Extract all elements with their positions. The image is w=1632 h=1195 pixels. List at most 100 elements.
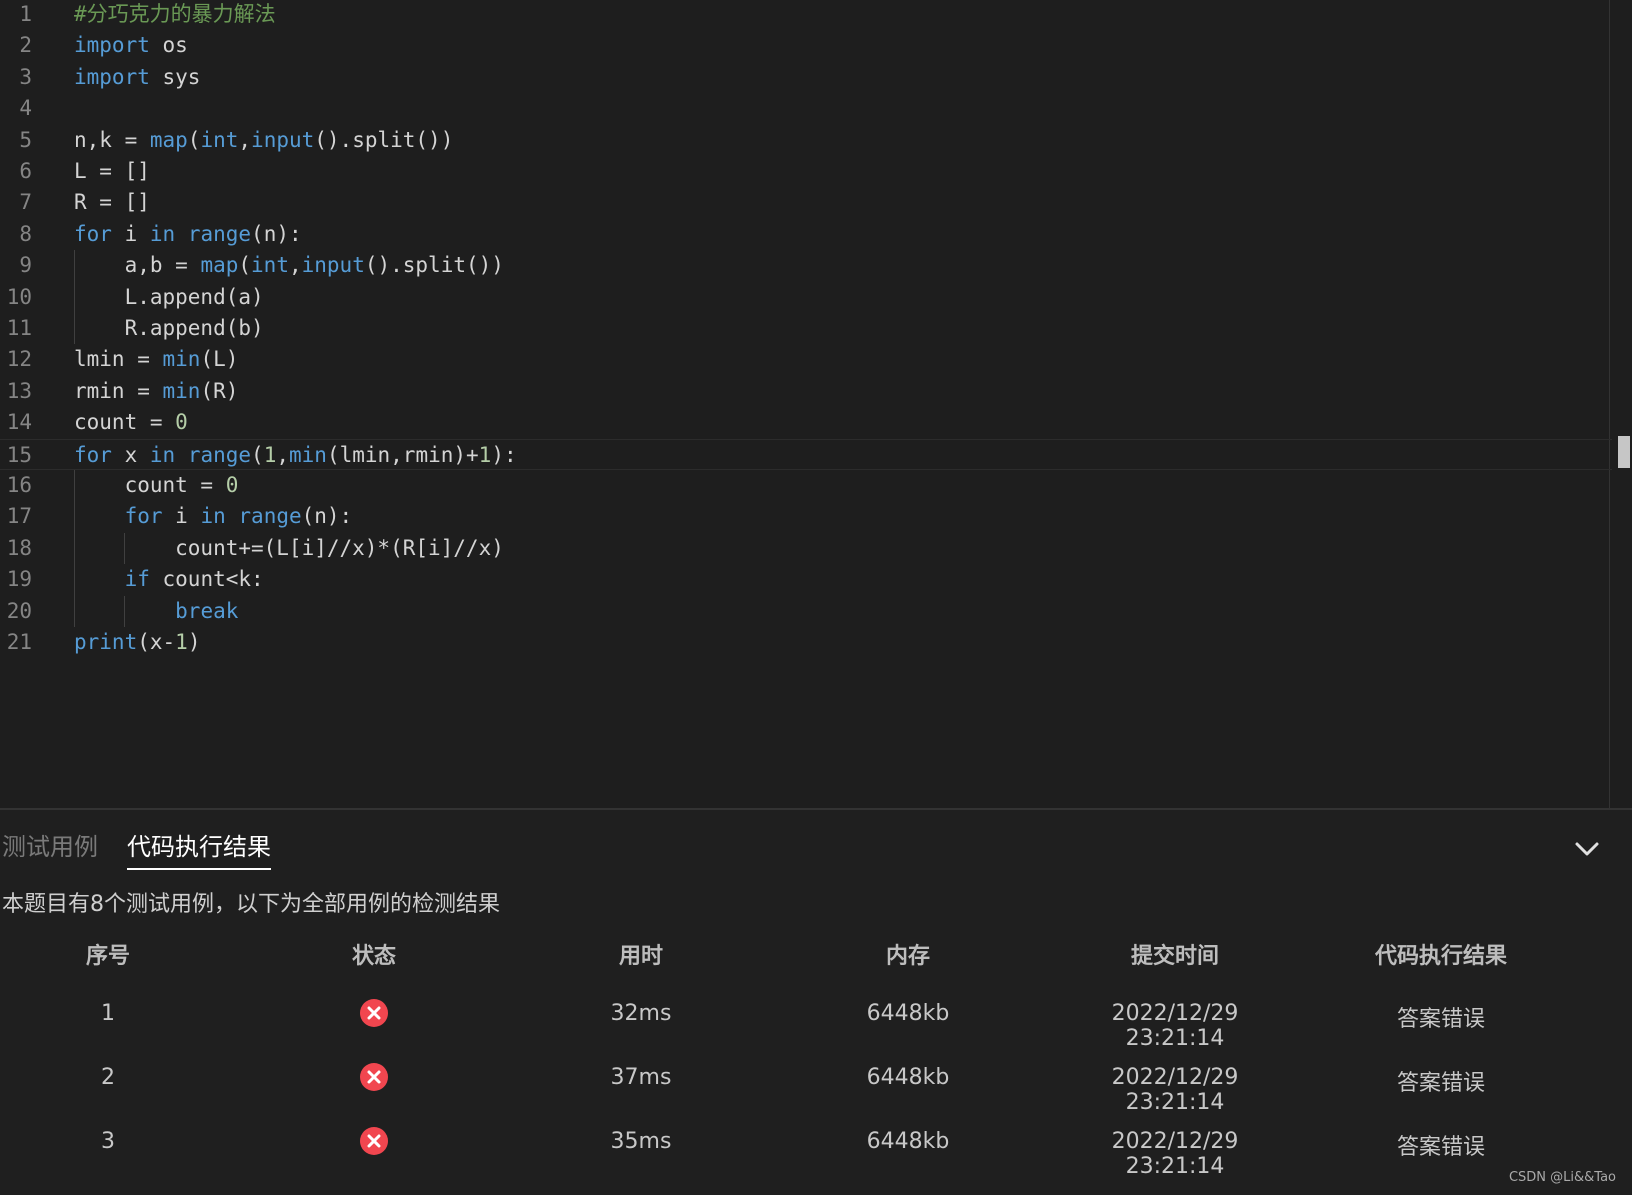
editor-scrollbar[interactable] (1609, 0, 1632, 808)
watermark: CSDN @Li&&Tao (1508, 1170, 1616, 1185)
code-text: R.append(b) (74, 316, 264, 340)
code-text: L.append(a) (74, 284, 264, 309)
result-summary: 本题目有8个测试用例，以下为全部用例的检测结果 (2, 892, 500, 917)
line-number: 3 (19, 64, 32, 89)
indent-guide (124, 595, 126, 627)
code-text: for i in range(n): (74, 221, 302, 246)
column-header-memory: 内存 (885, 944, 930, 969)
column-header-status: 状态 (351, 944, 396, 969)
cell-index: 2 (101, 1065, 115, 1090)
line-number: 19 (6, 567, 32, 592)
code-line[interactable]: 15 for x in range(1,min(lmin,rmin)+1): (0, 438, 1612, 470)
scrollbar-current-line-marker (1618, 436, 1630, 468)
code-line[interactable]: 14 count = 0 (0, 407, 1612, 438)
code-line[interactable]: 7 R = [] (0, 187, 1612, 218)
code-text: rmin = min(R) (74, 378, 239, 403)
result-panel: 测试用例 代码执行结果 本题目有8个测试用例，以下为全部用例的检测结果 序号 状… (0, 808, 1632, 1195)
cell-memory: 6448kb (866, 1001, 950, 1026)
line-number: 4 (19, 96, 32, 121)
code-text: lmin = min(L) (74, 347, 239, 372)
line-number: 8 (19, 221, 32, 246)
table-header-row: 序号 状态 用时 内存 提交时间 代码执行结果 (0, 938, 1632, 978)
cell-index: 1 (101, 1001, 115, 1026)
cell-memory: 6448kb (866, 1129, 950, 1154)
code-line[interactable]: 17 for i in range(n): (0, 501, 1612, 532)
indent-guide (74, 250, 75, 345)
code-text: print(x-1) (74, 630, 201, 654)
close-circle-icon (360, 1127, 388, 1155)
code-text: import sys (74, 64, 201, 89)
line-number: 5 (19, 127, 32, 152)
code-line[interactable]: 12 lmin = min(L) (0, 344, 1612, 375)
code-text: break (175, 598, 239, 623)
line-number: 7 (19, 190, 32, 215)
code-line[interactable]: 20 break (0, 596, 1612, 627)
code-line[interactable]: 9 a,b = map(int,input().split()) (0, 250, 1612, 281)
cell-result: 答案错误 (1396, 1135, 1485, 1160)
code-line[interactable]: 5 n,k = map(int,input().split()) (0, 125, 1612, 156)
code-line[interactable]: 21 print(x-1) (0, 627, 1612, 658)
indent-guide (74, 470, 75, 627)
cell-result: 答案错误 (1396, 1007, 1485, 1032)
cell-memory: 6448kb (866, 1065, 950, 1090)
line-number: 15 (6, 442, 32, 467)
cell-index: 3 (101, 1129, 115, 1154)
tab-test-cases[interactable]: 测试用例 (2, 830, 98, 864)
code-text: for i in range(n): (124, 504, 353, 529)
close-circle-icon (360, 1063, 388, 1091)
code-text: count+=(L[i]//x)*(R[i]//x) (74, 535, 504, 560)
line-number: 2 (19, 33, 32, 58)
chevron-down-icon[interactable] (1572, 834, 1602, 864)
code-text: L = [] (74, 159, 150, 183)
line-number: 21 (6, 630, 32, 654)
code-line[interactable]: 1 #分巧克力的暴力解法 (0, 0, 1612, 30)
line-number: 1 (19, 2, 32, 26)
code-line[interactable]: 2 import os (0, 30, 1612, 61)
line-number: 16 (6, 473, 32, 497)
column-header-result: 代码执行结果 (1374, 944, 1507, 969)
cell-submitted: 2022/12/29 23:21:14 (1111, 1001, 1239, 1051)
indent-guide (124, 532, 126, 565)
close-circle-icon (360, 999, 388, 1027)
code-text: count = 0 (74, 410, 188, 435)
code-text: import os (74, 33, 188, 58)
line-number: 14 (6, 410, 32, 435)
code-line[interactable]: 6 L = [] (0, 156, 1612, 187)
code-line[interactable]: 8 for i in range(n): (0, 219, 1612, 250)
tab-execution-result[interactable]: 代码执行结果 (127, 830, 271, 870)
cell-submitted: 2022/12/29 23:21:14 (1111, 1129, 1239, 1179)
column-header-submitted: 提交时间 (1130, 944, 1219, 969)
cell-result: 答案错误 (1396, 1071, 1485, 1096)
line-number: 6 (19, 159, 32, 183)
cell-time: 37ms (610, 1065, 672, 1090)
column-header-time: 用时 (618, 944, 663, 969)
line-number: 9 (19, 253, 32, 278)
line-number: 13 (6, 378, 32, 403)
code-text: for x in range(1,min(lmin,rmin)+1): (74, 442, 517, 467)
line-number: 11 (6, 316, 32, 340)
code-editor[interactable]: 1 #分巧克力的暴力解法 2 import os 3 import sys 4 5 n,k = … (0, 0, 1632, 808)
table-row: 3 35ms 6448kb 2022/12/29 23:21:14 答案错误 (0, 1127, 1632, 1179)
cell-time: 32ms (610, 1001, 672, 1026)
code-line[interactable]: 19 if count<k: (0, 564, 1612, 595)
code-line[interactable]: 4 (0, 93, 1612, 124)
code-text: #分巧克力的暴力解法 (74, 2, 276, 26)
cell-time: 35ms (610, 1129, 672, 1154)
code-text: n,k = map(int,input().split()) (74, 127, 454, 152)
table-row: 2 37ms 6448kb 2022/12/29 23:21:14 答案错误 (0, 1063, 1632, 1115)
table-row: 1 32ms 6448kb 2022/12/29 23:21:14 答案错误 (0, 999, 1632, 1051)
line-number: 17 (6, 504, 32, 529)
code-line[interactable]: 3 import sys (0, 62, 1612, 93)
code-text: a,b = map(int,input().split()) (74, 253, 504, 278)
code-line[interactable]: 18 count+=(L[i]//x)*(R[i]//x) (0, 533, 1612, 564)
code-line[interactable]: 11 R.append(b) (0, 313, 1612, 344)
code-text: R = [] (74, 190, 150, 215)
line-number: 18 (6, 535, 32, 560)
code-text: if count<k: (124, 567, 264, 592)
code-line[interactable]: 13 rmin = min(R) (0, 376, 1612, 407)
code-line[interactable]: 16 count = 0 (0, 470, 1612, 501)
line-number: 20 (6, 598, 32, 623)
code-line[interactable]: 10 L.append(a) (0, 282, 1612, 313)
cell-submitted: 2022/12/29 23:21:14 (1111, 1065, 1239, 1115)
line-number: 10 (6, 284, 32, 309)
